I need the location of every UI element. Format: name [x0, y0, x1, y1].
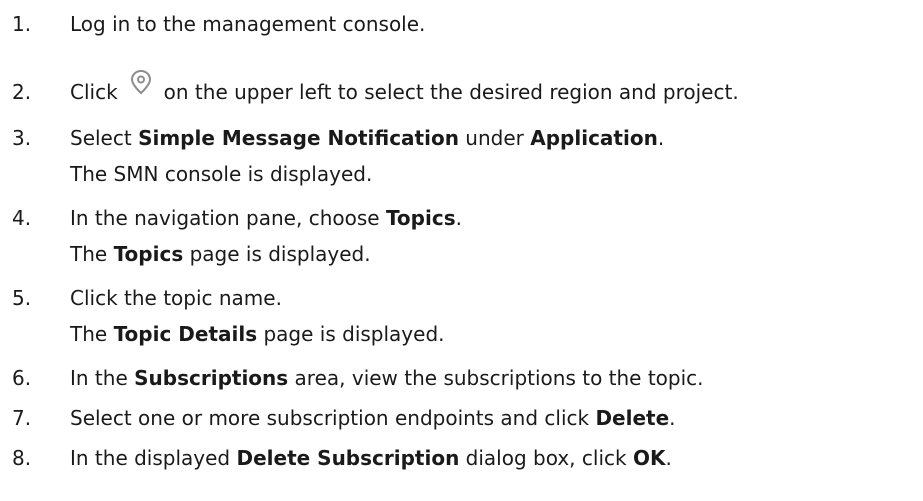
step-text-part: In the navigation pane, choose [70, 206, 386, 230]
step-text-part: . [455, 206, 462, 230]
menu-item-name: Topics [385, 206, 456, 230]
button-name: Delete [595, 406, 670, 430]
step-text-part: The [70, 322, 114, 346]
step-text-part: Click [70, 80, 118, 104]
step-result: The Topic Details page is displayed. [70, 320, 445, 348]
step-result: The SMN console is displayed. [70, 162, 373, 186]
category-name: Application [530, 126, 658, 150]
step-text: Log in to the management console. [70, 10, 425, 38]
step-text: Select Simple Message Notification under… [70, 124, 664, 152]
step-number: 6. [12, 366, 32, 390]
step-text: Click on the upper left to select the des… [70, 69, 739, 106]
step-text-part: dialog box, click [459, 446, 633, 470]
step-text: In the navigation pane, choose Topics. [70, 204, 462, 232]
step-text-part: Select one or more subscription endpoint… [70, 406, 596, 430]
step-text-part: area, view the subscriptions to the topi… [288, 366, 704, 390]
step-text-part: page is displayed. [183, 242, 371, 266]
step-text-part: . [657, 126, 665, 150]
step-text-part: . [669, 406, 676, 430]
dialog-name: Delete Subscription [236, 446, 460, 470]
step-text-part: Log in to the management console. [70, 12, 426, 36]
step-text-part: on the upper left to select the desired … [163, 80, 739, 104]
page-name: Topic Details [113, 322, 258, 346]
step-text-part: . [665, 446, 672, 470]
step-text-part: page is displayed. [257, 322, 445, 346]
step-number: 3. [12, 126, 32, 150]
button-name: OK [632, 446, 666, 470]
step-number: 7. [12, 406, 32, 430]
step-number: 8. [12, 446, 32, 470]
step-text-part: The [70, 242, 114, 266]
step-text: In the Subscriptions area, view the subs… [70, 364, 704, 392]
step-text-part: Click the topic name. [70, 286, 282, 310]
procedure-steps: 1. Log in to the management console. 2. … [0, 0, 923, 501]
step-text-part: under [458, 126, 531, 150]
service-name: Simple Message Notification [138, 126, 459, 150]
step-text: Click the topic name. [70, 284, 282, 312]
step-number: 2. [12, 80, 32, 104]
step-text: Select one or more subscription endpoint… [70, 404, 676, 432]
step-text: In the displayed Delete Subscription dia… [70, 444, 672, 472]
step-text-part: In the displayed [70, 446, 237, 470]
location-pin-icon [128, 68, 154, 96]
step-number: 5. [12, 286, 32, 310]
step-text-part: In the [70, 366, 135, 390]
area-name: Subscriptions [134, 366, 289, 390]
step-result: The Topics page is displayed. [70, 240, 371, 268]
step-number: 1. [12, 12, 32, 36]
step-number: 4. [12, 206, 32, 230]
step-text-part: Select [70, 126, 139, 150]
page-name: Topics [113, 242, 184, 266]
